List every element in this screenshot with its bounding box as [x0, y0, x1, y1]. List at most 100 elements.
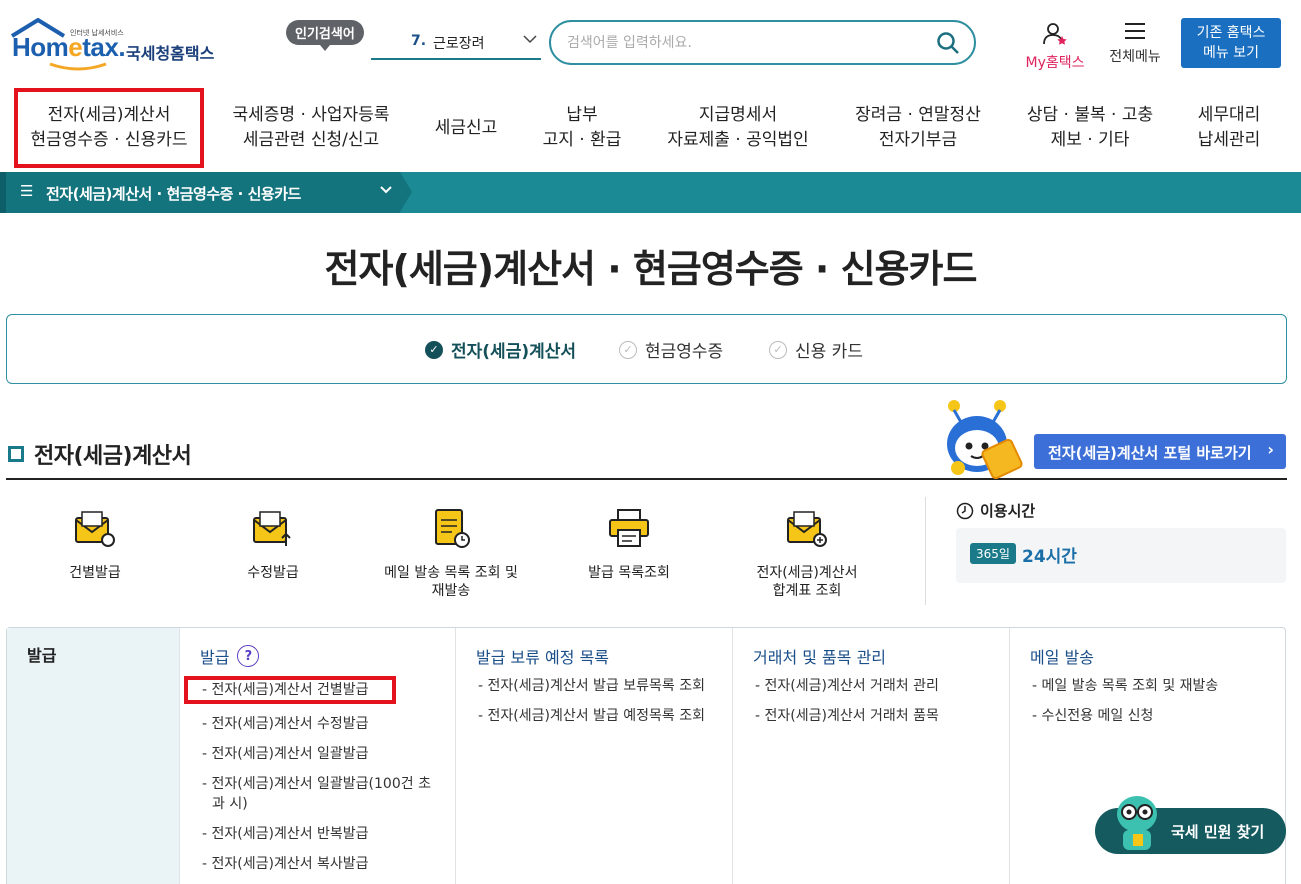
my-hometax-link[interactable]: My홈택스 [1020, 22, 1090, 72]
old-menu-button[interactable]: 기존 홈택스 메뉴 보기 [1181, 18, 1281, 68]
menu-item[interactable]: - 전자(세금)계산서 발급 예정목록 조회 [476, 706, 712, 726]
menu-item[interactable]: - 전자(세금)계산서 수정발급 [200, 714, 435, 734]
all-menu-button[interactable]: 전체메뉴 [1104, 22, 1166, 66]
tab-credit-card[interactable]: ✓ 신용 카드 [769, 337, 863, 362]
chevron-right-icon: › [1267, 440, 1274, 459]
nav-payment-statement[interactable]: 지급명세서자료제출 · 공익법인 [652, 84, 824, 172]
page-title: 전자(세금)계산서 · 현금영수증 · 신용카드 [324, 247, 978, 291]
menu-item[interactable]: - 수신전용 메일 신청 [1030, 706, 1265, 726]
nav-certificates[interactable]: 국세증명 · 사업자등록세금관련 신청/신고 [218, 84, 404, 172]
old-menu-line2: 메뉴 보기 [1203, 45, 1259, 61]
nav-label: 자료제출 · 공익법인 [667, 130, 809, 150]
nav-label: 전자기부금 [878, 130, 958, 150]
usage-time-box: 365일 24시간 [956, 528, 1286, 583]
menu-item[interactable]: - 전자(세금)계산서 거래처 관리 [753, 676, 989, 696]
quick-summary-lookup[interactable]: 전자(세금)계산서 합계표 조회 [732, 506, 882, 600]
nav-label: 국세증명 · 사업자등록 [232, 105, 390, 125]
days-badge: 365일 [970, 543, 1016, 564]
logo-swoosh-icon [49, 62, 107, 71]
logo-korean: 국세청홈택스 [126, 44, 215, 63]
all-menu-label: 전체메뉴 [1109, 49, 1161, 65]
breadcrumb-label: 전자(세금)계산서 · 현금영수증 · 신용카드 [46, 185, 301, 203]
menu-item[interactable]: - 전자(세금)계산서 일괄발급 [200, 744, 435, 764]
menu-item[interactable]: - 전자(세금)계산서 복사발급 [200, 854, 435, 874]
civil-complaint-search-button[interactable]: 국세 민원 찾기 [1095, 796, 1286, 854]
nav-label: 세금신고 [434, 117, 498, 138]
old-menu-line1: 기존 홈택스 [1196, 25, 1266, 41]
tab-label: 현금영수증 [645, 342, 724, 362]
breadcrumb-dropdown[interactable]: ☰ 전자(세금)계산서 · 현금영수증 · 신용카드 [0, 172, 412, 213]
nav-label: 장려금 · 연말정산 [855, 105, 981, 125]
square-bullet-icon [8, 446, 24, 462]
nav-label: 고지 · 환급 [542, 130, 622, 150]
chevron-down-icon[interactable] [523, 32, 537, 48]
menu-item[interactable]: - 전자(세금)계산서 일괄발급(100건 초과 시) [200, 774, 435, 814]
menu-icon: ☰ [20, 182, 34, 200]
hometax-logo[interactable]: 인터넷 납세서비스 Hometax. 국세청홈택스 [8, 18, 223, 71]
nav-consulting[interactable]: 상담 · 불복 · 고충 제보 · 기타 [1012, 84, 1168, 172]
section-title: 전자(세금)계산서 [8, 438, 192, 470]
quick-issue-list[interactable]: 발급 목록조회 [554, 506, 704, 582]
menu-item[interactable]: - 전자(세금)계산서 반복발급 [200, 824, 435, 844]
section-divider [6, 478, 1287, 480]
popular-rank: 7. [411, 33, 427, 49]
check-circle-icon: ✓ [769, 340, 787, 359]
nav-label: 세무대리 [1197, 105, 1261, 125]
envelope-up-icon [253, 511, 291, 546]
usage-title-text: 이용시간 [980, 502, 1036, 520]
menu-column-head[interactable]: 거래처 및 품목 관리 [753, 644, 989, 668]
quick-mail-list[interactable]: 메일 발송 목록 조회 및 재발송 [376, 506, 526, 600]
search-icon[interactable] [936, 31, 960, 59]
nav-tax-filing[interactable]: 세금신고 [418, 84, 514, 172]
menu-item[interactable]: - 메일 발송 목록 조회 및 재발송 [1030, 676, 1265, 696]
column-head-text[interactable]: 발급 [200, 644, 229, 668]
menu-column-head[interactable]: 메일 발송 [1030, 644, 1265, 668]
nav-incentive[interactable]: 장려금 · 연말정산전자기부금 [840, 84, 996, 172]
breadcrumb-edge [0, 172, 6, 213]
check-circle-icon: ✓ [425, 340, 443, 359]
quick-label: 메일 발송 목록 조회 및 재발송 [384, 565, 518, 599]
quick-label: 발급 목록조회 [588, 565, 670, 581]
envelope-gear-icon [75, 511, 115, 547]
usage-time-title: 이용시간 [956, 500, 1035, 521]
search-box [549, 20, 976, 65]
quick-single-issue[interactable]: 건별발급 [20, 506, 170, 582]
nav-payment[interactable]: 납부고지 · 환급 [528, 84, 636, 172]
menu-item[interactable]: - 전자(세금)계산서 발급 보류목록 조회 [476, 676, 712, 696]
user-star-icon [1043, 23, 1067, 45]
tab-etax-invoice[interactable]: ✓ 전자(세금)계산서 [425, 337, 576, 362]
nav-etax-cash-card[interactable]: 전자(세금)계산서 현금영수증 · 신용카드 [14, 88, 204, 168]
nav-tax-agent[interactable]: 세무대리납세관리 [1182, 84, 1276, 172]
main-nav: 전자(세금)계산서 현금영수증 · 신용카드 국세증명 · 사업자등록세금관련 신… [0, 84, 1301, 172]
nav-label: 납세관리 [1197, 130, 1261, 150]
printer-icon [609, 509, 649, 547]
tab-box: ✓ 전자(세금)계산서 ✓ 현금영수증 ✓ 신용 카드 [6, 314, 1287, 384]
tab-cash-receipt[interactable]: ✓ 현금영수증 [619, 337, 723, 362]
menu-column-head: 발급 ? [200, 644, 435, 668]
nav-label: 납부 [566, 105, 598, 125]
menu-item-single-issue[interactable]: - 전자(세금)계산서 건별발급 [184, 676, 396, 704]
nav-label: 세금관련 신청/신고 [242, 130, 380, 150]
envelope-plus-icon [787, 511, 827, 547]
menu-item[interactable]: - 전자(세금)계산서 거래처 품목 [753, 706, 989, 726]
check-circle-icon: ✓ [619, 340, 637, 359]
my-hometax-label: My홈택스 [1025, 55, 1085, 71]
tab-label: 전자(세금)계산서 [451, 342, 577, 362]
header: 인터넷 납세서비스 Hometax. 국세청홈택스 인기검색어 7. 근로장려 … [0, 0, 1301, 84]
nav-label: 현금영수증 · 신용카드 [30, 130, 188, 150]
etax-portal-button[interactable]: 전자(세금)계산서 포털 바로가기 › [1034, 434, 1286, 469]
help-icon[interactable]: ? [237, 645, 260, 667]
menu-table: 발급 발급 ? - 전자(세금)계산서 건별발급 - 전자(세금)계산서 수정발… [6, 627, 1286, 884]
quick-label: 수정발급 [247, 565, 299, 581]
quick-label: 전자(세금)계산서 합계표 조회 [756, 565, 858, 599]
popular-search-select[interactable]: 7. 근로장려 [371, 26, 541, 60]
search-input[interactable] [567, 32, 917, 54]
nav-label: 지급명세서 [698, 105, 778, 125]
menu-column-pending: 발급 보류 예정 목록 - 전자(세금)계산서 발급 보류목록 조회 - 전자(… [455, 628, 732, 884]
document-clock-icon [435, 509, 470, 548]
menu-column-head[interactable]: 발급 보류 예정 목록 [476, 644, 712, 668]
nav-label: 상담 · 불복 · 고충 [1026, 105, 1154, 125]
quick-revise-issue[interactable]: 수정발급 [198, 506, 348, 582]
mascot-character-icon [1117, 796, 1157, 850]
chevron-down-icon [380, 182, 392, 198]
